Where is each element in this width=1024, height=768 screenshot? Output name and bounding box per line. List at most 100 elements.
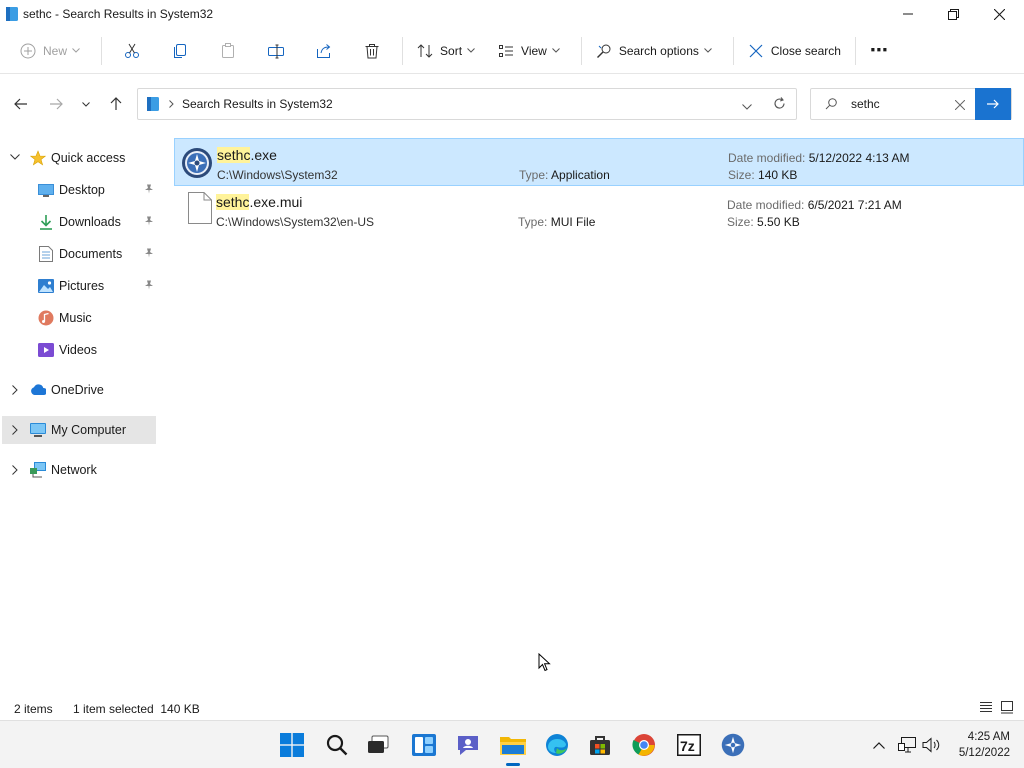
chevron-down-icon [72,48,80,53]
search-input[interactable]: sethc [851,97,880,111]
rename-icon [268,44,285,58]
taskbar-search-button[interactable] [321,729,353,761]
paste-icon [222,42,235,58]
sidebar-item-music[interactable]: Music [2,304,156,332]
chrome-button[interactable] [628,729,660,761]
trash-icon [365,43,379,58]
show-hidden-icons-button[interactable] [869,735,889,755]
title-bar[interactable]: sethc - Search Results in System32 [0,0,1024,28]
file-explorer-taskbar-button[interactable] [497,729,529,766]
accessibility-taskbar-button[interactable] [717,729,749,761]
minimize-icon [903,13,913,15]
file-type: Type: MUI File [518,215,595,229]
new-button[interactable]: New [12,35,95,67]
start-button[interactable] [276,729,308,761]
clear-search-button[interactable] [954,99,966,113]
minimize-button[interactable] [885,0,931,28]
date-label: Date modified: [728,151,806,165]
sort-button[interactable]: Sort [409,35,490,67]
rename-button[interactable] [260,35,292,67]
search-go-button[interactable] [975,88,1011,120]
chat-button[interactable] [452,729,484,761]
sidebar-item-videos[interactable]: Videos [2,336,156,364]
delete-button[interactable] [356,35,388,67]
sidebar-item-pictures[interactable]: Pictures [2,272,156,300]
toolbar-divider [854,36,856,65]
folder-icon [500,737,526,755]
sidebar-item-downloads[interactable]: Downloads [2,208,156,236]
forward-button[interactable] [44,92,68,116]
sidebar-item-my-computer[interactable]: My Computer [2,416,156,444]
address-bar[interactable]: Search Results in System32 [137,88,797,120]
search-box[interactable]: sethc [810,88,1012,120]
chevron-right-icon[interactable] [12,425,22,435]
close-button[interactable] [976,0,1022,28]
command-bar: New Sort View Search options Close searc… [0,28,1024,74]
network-tray-button[interactable] [897,735,917,755]
search-results-icon [6,7,18,21]
restore-button[interactable] [930,0,976,28]
search-options-button[interactable]: Search options [588,35,727,67]
more-options-button[interactable]: ⋯ [862,35,897,67]
mouse-cursor [538,653,551,672]
taskbar-clock[interactable]: 4:25 AM 5/12/2022 [959,729,1010,761]
network-icon [30,462,46,478]
file-date-modified: Date modified: 6/5/2021 7:21 AM [727,198,902,212]
search-icon [825,98,837,110]
volume-tray-button[interactable] [922,735,942,755]
star-icon [30,150,46,166]
computer-icon [30,422,46,438]
copy-button[interactable] [164,35,196,67]
large-icons-view-button[interactable] [1000,700,1016,716]
generic-file-icon [188,192,212,224]
back-button[interactable] [9,92,33,116]
chevron-down-icon[interactable] [10,154,20,160]
arrow-right-icon [987,99,999,109]
paste-button[interactable] [212,35,244,67]
window-title: sethc - Search Results in System32 [23,7,214,21]
refresh-button[interactable] [773,97,786,113]
file-row-sethc-exe[interactable]: sethc.exe C:\Windows\System32 Type: Appl… [174,138,1024,186]
close-search-button[interactable]: Close search [740,35,849,67]
task-view-button[interactable] [362,729,394,761]
arrow-up-icon [110,97,122,110]
search-results-list: sethc.exe C:\Windows\System32 Type: Appl… [172,136,1024,696]
chevron-right-icon[interactable] [12,465,22,475]
plus-circle-icon [20,43,36,58]
view-button[interactable]: View [490,35,575,67]
share-button[interactable] [308,35,340,67]
sidebar-item-desktop[interactable]: Desktop [2,176,156,204]
address-row: Search Results in System32 sethc [0,84,1024,124]
item-count: 2 items [14,702,53,716]
details-view-button[interactable] [979,700,995,716]
navigation-pane: Quick access Desktop Downloads Documents [0,140,160,700]
cut-button[interactable] [116,35,148,67]
sidebar-item-onedrive[interactable]: OneDrive [2,376,156,404]
video-icon [38,342,54,358]
edge-button[interactable] [541,729,573,761]
chevron-right-icon[interactable] [12,385,22,395]
7zip-button[interactable]: 7z [673,729,705,761]
file-explorer-window: sethc - Search Results in System32 New S… [0,0,1024,720]
desktop-icon [38,182,54,198]
widgets-button[interactable] [408,729,440,761]
close-icon [993,8,1005,20]
chevron-down-icon [742,104,752,110]
sidebar-item-documents[interactable]: Documents [2,240,156,268]
store-button[interactable] [584,729,616,761]
clock-time: 4:25 AM [967,731,1010,743]
sidebar-item-label: Documents [59,247,123,261]
search-results-icon [147,97,159,111]
file-row-sethc-exe-mui[interactable]: sethc.exe.mui C:\Windows\System32\en-US … [174,186,1024,234]
up-button[interactable] [104,92,128,116]
toolbar-divider [101,36,103,65]
sidebar-item-network[interactable]: Network [2,456,156,484]
recent-locations-button[interactable] [74,92,98,116]
scissors-icon [125,43,140,58]
breadcrumb[interactable]: Search Results in System32 [182,97,333,111]
search-match-highlight: sethc [217,147,251,163]
file-name: sethc.exe [217,147,277,163]
sidebar-item-quick-access[interactable]: Quick access [2,144,156,172]
address-history-button[interactable] [742,99,752,113]
date-value: 5/12/2022 4:13 AM [808,151,910,165]
